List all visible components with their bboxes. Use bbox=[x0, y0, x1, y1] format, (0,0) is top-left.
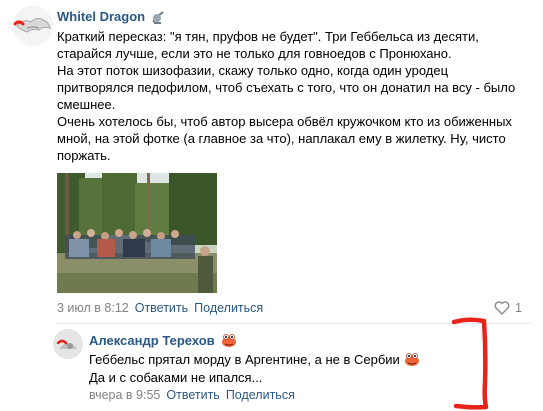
reply-line: Да и с собаками не ипался... bbox=[89, 370, 263, 385]
satellite-dish-icon bbox=[152, 10, 164, 24]
reply-line-text: Геббельс прятал морду в Аргентине, а не … bbox=[89, 352, 400, 367]
reply-button[interactable]: Ответить bbox=[135, 301, 188, 315]
reply-time[interactable]: вчера в 9:55 bbox=[89, 388, 160, 402]
comment-author[interactable]: Whitel Dragon bbox=[57, 9, 165, 24]
avatar-image bbox=[53, 329, 83, 359]
comment-paragraph: На этот поток шизофазии, скажу только од… bbox=[57, 63, 516, 112]
reply-share-button[interactable]: Поделиться bbox=[226, 388, 295, 402]
share-button[interactable]: Поделиться bbox=[194, 301, 263, 315]
avatar[interactable] bbox=[13, 6, 53, 46]
comment-time[interactable]: 3 июл в 8:12 bbox=[57, 301, 129, 315]
crab-face-emoji bbox=[405, 353, 420, 366]
comment-meta: 3 июл в 8:12 Ответить Поделиться bbox=[57, 301, 263, 315]
reply-meta: вчера в 9:55 Ответить Поделиться bbox=[89, 388, 295, 402]
red-bracket-annotation bbox=[451, 317, 489, 410]
reply-author[interactable]: Александр Терехов bbox=[89, 332, 238, 348]
attached-photo[interactable] bbox=[57, 173, 217, 293]
reply-line: Геббельс прятал морду в Аргентине, а не … bbox=[89, 351, 421, 369]
divider bbox=[57, 323, 531, 324]
author-name[interactable]: Whitel Dragon bbox=[57, 9, 145, 24]
group-photo-image bbox=[57, 173, 217, 293]
reply-text: Геббельс прятал морду в Аргентине, а не … bbox=[89, 351, 421, 387]
reply-avatar[interactable] bbox=[53, 329, 83, 359]
dragon-avatar-image bbox=[13, 6, 53, 46]
heart-icon bbox=[494, 301, 510, 315]
like-count: 1 bbox=[515, 301, 522, 315]
reply-reply-button[interactable]: Ответить bbox=[166, 388, 219, 402]
reply-author-name[interactable]: Александр Терехов bbox=[89, 333, 215, 348]
crab-face-emoji bbox=[221, 334, 236, 347]
comment-text: Краткий пересказ: "я тян, пруфов не буде… bbox=[57, 28, 527, 164]
like-button[interactable]: 1 bbox=[494, 301, 522, 315]
comment-paragraph: Очень хотелось бы, чтоб автор высера обв… bbox=[57, 114, 512, 163]
comment-paragraph: Краткий пересказ: "я тян, пруфов не буде… bbox=[57, 29, 479, 61]
